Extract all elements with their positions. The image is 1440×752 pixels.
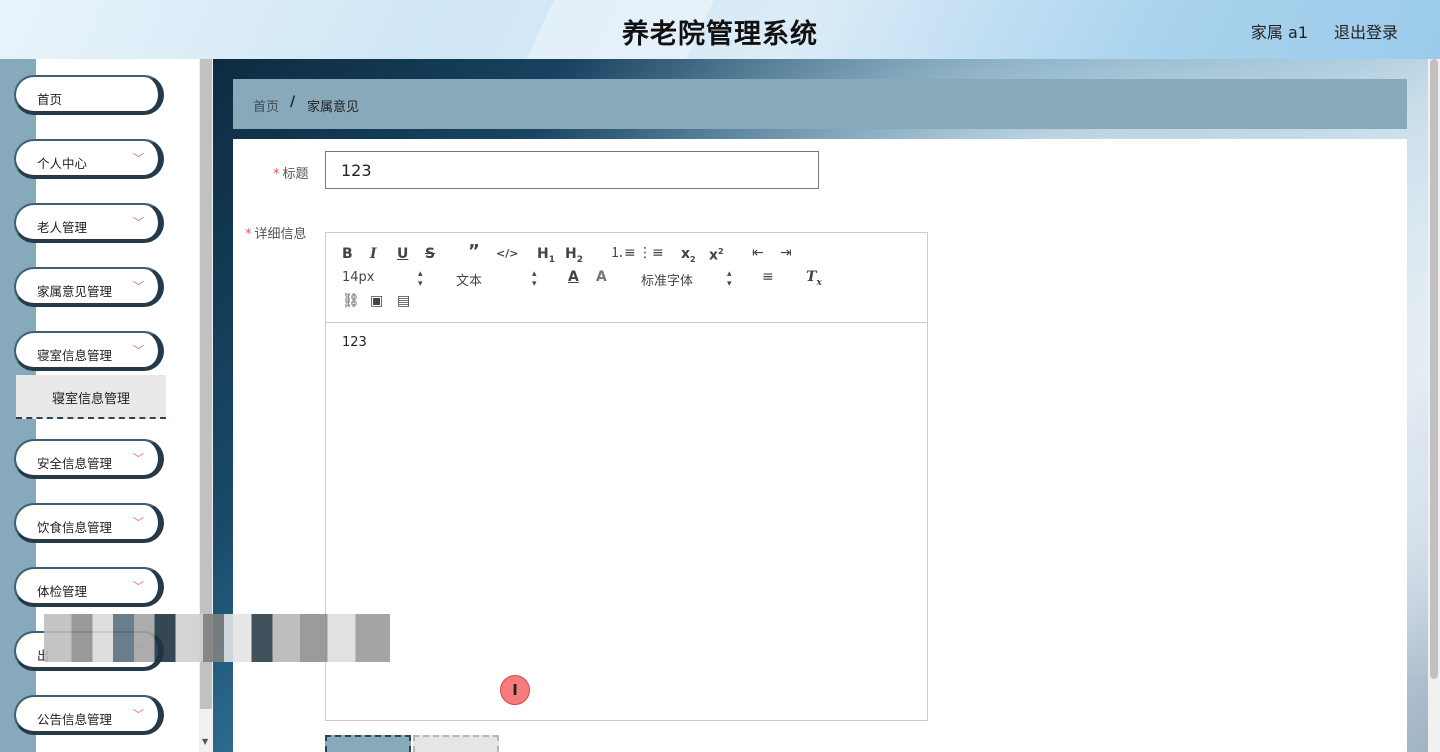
sidebar-item-personal-center[interactable]: 个人中心 ﹀ (14, 139, 164, 179)
sidebar-scrollbar-thumb[interactable] (200, 59, 212, 709)
link-icon[interactable]: ⛓ (342, 293, 360, 309)
select-arrows-icon: ▴ ▾ (727, 269, 732, 289)
chevron-down-icon: ﹀ (133, 152, 144, 165)
select-arrows-icon: ▴ ▾ (418, 269, 423, 289)
clear-format-icon[interactable]: Tx (806, 269, 822, 291)
blockquote-icon[interactable]: ” (468, 243, 480, 261)
detail-label: * 详细信息 (245, 227, 307, 242)
sidebar-item-label: 体检管理 (37, 584, 88, 599)
strikethrough-icon[interactable]: S (425, 246, 435, 262)
required-mark: * (273, 167, 280, 182)
editor-content[interactable]: 123 (342, 335, 367, 350)
font-family-select[interactable]: 标准字体 ▴ ▾ (641, 269, 732, 289)
sidebar-item-label: 饮食信息管理 (37, 520, 113, 535)
mouse-cursor-indicator: I (500, 675, 530, 705)
image-icon[interactable]: ▣ (370, 293, 383, 309)
submit-button[interactable] (325, 735, 411, 752)
sidebar-item-elderly[interactable]: 老人管理 ﹀ (14, 203, 164, 243)
heading-2-icon[interactable]: H2 (565, 246, 583, 268)
sidebar-item-label: 安全信息管理 (37, 456, 113, 471)
pixelated-overlay (44, 614, 390, 662)
sidebar-item-dormitory[interactable]: 寝室信息管理 ﹀ (14, 331, 164, 371)
code-block-icon[interactable]: </> (496, 246, 518, 262)
sidebar-item-family-opinion[interactable]: 家属意见管理 ﹀ (14, 267, 164, 307)
form-panel: *标题 *详细信息 B I U S ” </> H1 H2 ⒈≡ ⋮≡ x2 x… (233, 139, 1407, 752)
chevron-down-icon: ﹀ (133, 580, 144, 593)
select-arrows-icon: ▴ ▾ (532, 269, 537, 289)
breadcrumb-home[interactable]: 首页 (253, 96, 279, 115)
submenu-dormitory-info[interactable]: 寝室信息管理 (16, 375, 166, 419)
font-color-icon[interactable]: A (568, 269, 579, 285)
sidebar-item-label: 寝室信息管理 (37, 348, 113, 363)
breadcrumb: 首页 / 家属意见 (233, 79, 1407, 129)
current-user: 家属 a1 (1250, 23, 1308, 42)
title-label: * 标题 (273, 167, 309, 182)
sidebar-item-label: 公告信息管理 (37, 712, 113, 727)
breadcrumb-current: 家属意见 (307, 100, 360, 115)
submenu-label: 寝室信息管理 (51, 392, 130, 407)
video-icon[interactable]: ▤ (397, 293, 410, 309)
heading-1-icon[interactable]: H1 (537, 246, 555, 268)
app-header: 养老院管理系统 家属 a1 退出登录 (0, 0, 1440, 59)
logout-link[interactable]: 退出登录 (1334, 19, 1398, 43)
chevron-down-icon: ﹀ (133, 280, 144, 293)
outdent-icon[interactable]: ⇤ (752, 245, 764, 261)
chevron-down-icon: ﹀ (133, 452, 144, 465)
editor-toolbar: B I U S ” </> H1 H2 ⒈≡ ⋮≡ x2 x2 ⇤ ⇥ 14px… (326, 233, 927, 323)
chevron-down-icon: ﹀ (133, 216, 144, 229)
title-input[interactable] (325, 151, 819, 189)
sidebar-item-announcement[interactable]: 公告信息管理 ﹀ (14, 695, 164, 735)
font-size-select[interactable]: 14px ▴ ▾ (342, 269, 423, 289)
chevron-down-icon: ﹀ (133, 516, 144, 529)
cancel-button[interactable] (413, 735, 499, 752)
scroll-down-arrow-icon[interactable]: ▼ (202, 737, 208, 746)
align-icon[interactable]: ≡ (762, 269, 774, 285)
main-scrollbar-thumb[interactable] (1430, 59, 1438, 679)
chevron-down-icon: ﹀ (133, 708, 144, 721)
superscript-icon[interactable]: x2 (709, 244, 724, 264)
required-mark: * (245, 227, 252, 242)
sidebar-item-label: 首页 (37, 92, 63, 107)
rich-text-editor[interactable]: B I U S ” </> H1 H2 ⒈≡ ⋮≡ x2 x2 ⇤ ⇥ 14px… (325, 232, 928, 721)
bullet-list-icon[interactable]: ⋮≡ (638, 245, 664, 261)
sidebar-item-safety[interactable]: 安全信息管理 ﹀ (14, 439, 164, 479)
sidebar-item-home[interactable]: 首页 (14, 75, 164, 115)
background-color-icon[interactable]: A (596, 269, 607, 285)
ordered-list-icon[interactable]: ⒈≡ (610, 245, 636, 261)
subscript-icon[interactable]: x2 (681, 246, 696, 268)
paragraph-select[interactable]: 文本 ▴ ▾ (456, 269, 537, 289)
text-cursor-icon: I (512, 681, 518, 699)
italic-icon[interactable]: I (370, 246, 377, 262)
sidebar-item-label: 家属意见管理 (37, 284, 113, 299)
underline-icon[interactable]: U (397, 246, 408, 262)
sidebar-item-label: 个人中心 (37, 156, 88, 171)
bold-icon[interactable]: B (342, 246, 353, 262)
sidebar-item-diet[interactable]: 饮食信息管理 ﹀ (14, 503, 164, 543)
app-title: 养老院管理系统 (622, 19, 818, 50)
breadcrumb-separator: / (290, 94, 296, 110)
main-scrollbar[interactable] (1428, 59, 1440, 752)
indent-icon[interactable]: ⇥ (780, 245, 792, 261)
chevron-down-icon: ﹀ (133, 344, 144, 357)
sidebar-item-checkup[interactable]: 体检管理 ﹀ (14, 567, 164, 607)
main-content: 首页 / 家属意见 *标题 *详细信息 B I U S ” </> H1 H2 … (213, 59, 1428, 752)
sidebar-item-label: 老人管理 (37, 220, 88, 235)
